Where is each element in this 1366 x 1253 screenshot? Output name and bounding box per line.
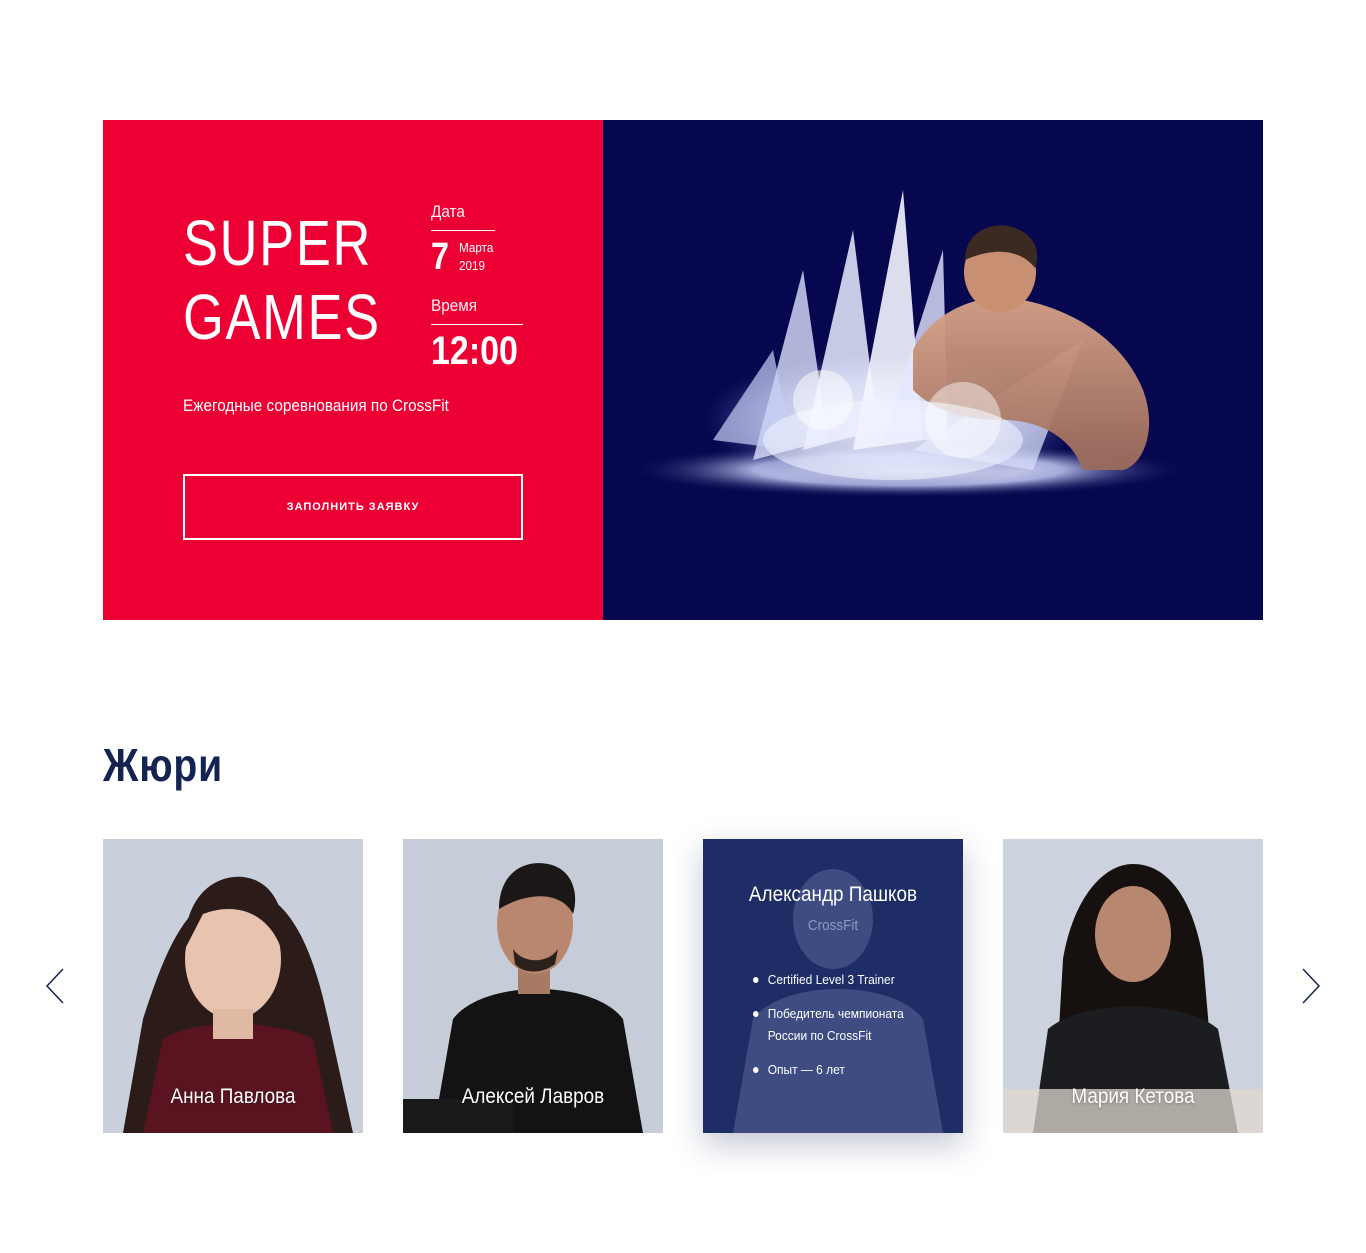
event-title-line1: SUPER [183, 207, 373, 279]
jury-card-active[interactable]: Александр Пашков CrossFit Certified Leve… [703, 839, 963, 1133]
jury-fact: Certified Level 3 Trainer [753, 969, 937, 991]
time-value: 12:00 [431, 329, 518, 373]
jury-fact: Опыт — 6 лет [753, 1059, 937, 1081]
date-day: 7 [431, 236, 449, 278]
event-title: SUPER GAMES [183, 206, 381, 354]
jury-facts-list: Certified Level 3 Trainer Победитель чем… [753, 969, 953, 1093]
chevron-right-icon[interactable] [1301, 968, 1321, 1004]
date-year: 2019 [459, 258, 486, 273]
hero-banner: SUPER GAMES Дата 7 Марта 2019 Время 12:0… [103, 120, 1263, 620]
jury-card[interactable]: Анна Павлова [103, 839, 363, 1133]
time-label: Время [431, 296, 478, 315]
time-block: Время 12:00 [431, 296, 533, 373]
time-divider [431, 324, 523, 325]
date-month-year: Марта 2019 [459, 239, 493, 275]
date-block: Дата 7 Марта 2019 [431, 202, 497, 277]
jury-card[interactable]: Мария Кетова [1003, 839, 1263, 1133]
date-month: Марта [459, 240, 494, 255]
jury-card[interactable]: Алексей Лавров [403, 839, 663, 1133]
jury-name: Анна Павлова [170, 1085, 296, 1108]
date-value: 7 Марта 2019 [431, 237, 497, 277]
hero-image-panel [603, 120, 1263, 620]
jury-name: Алексей Лавров [461, 1085, 605, 1108]
event-subtitle: Ежегодные соревнования по CrossFit [183, 396, 449, 415]
hero-info-panel: SUPER GAMES Дата 7 Марта 2019 Время 12:0… [103, 120, 603, 620]
athlete-powder-image [628, 190, 1188, 498]
jury-name: Мария Кетова [1071, 1085, 1195, 1108]
apply-button[interactable]: ЗАПОЛНИТЬ ЗАЯВКУ [183, 474, 523, 540]
jury-sport: CrossFit [807, 917, 859, 934]
jury-carousel: Анна Павлова Алексей Лавров Александр Па… [0, 839, 1366, 1133]
jury-fact: Победитель чемпионата России по CrossFit [753, 1003, 937, 1047]
date-divider [431, 230, 495, 231]
date-label: Дата [431, 202, 465, 221]
jury-section-title: Жюри [103, 739, 224, 791]
chevron-left-icon[interactable] [45, 968, 65, 1004]
jury-name: Александр Пашков [748, 883, 918, 906]
event-title-line2: GAMES [183, 281, 381, 353]
